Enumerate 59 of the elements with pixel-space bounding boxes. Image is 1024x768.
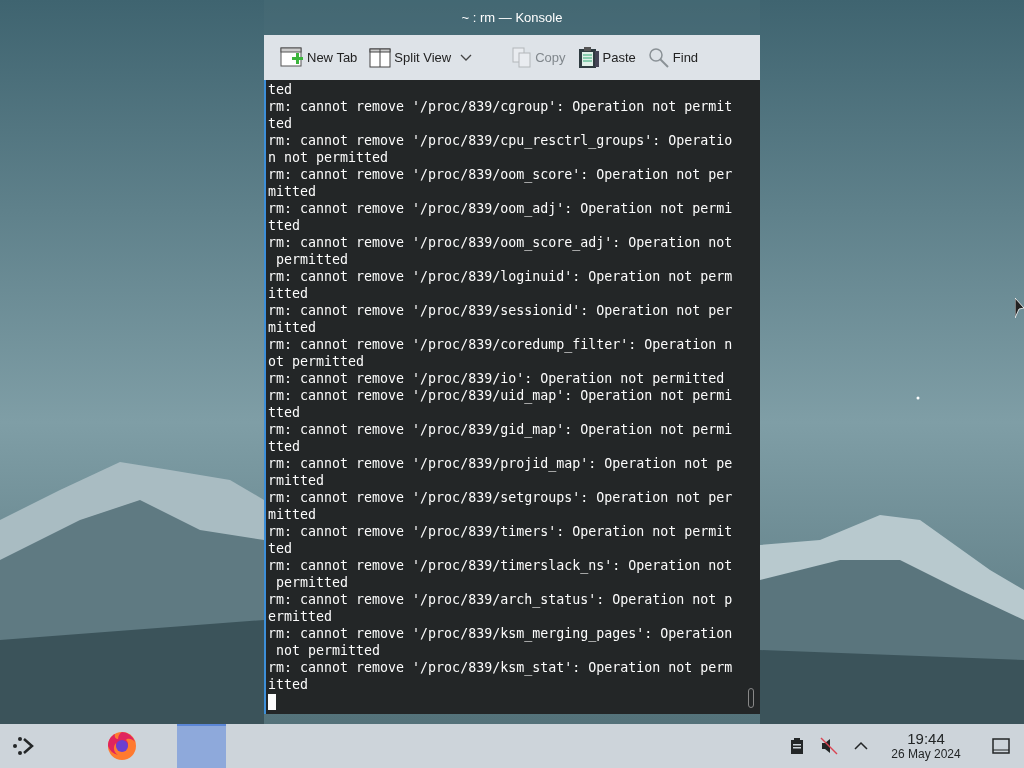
terminal-line: ted — [268, 115, 293, 132]
terminal-line: rm: cannot remove '/proc/839/ksm_stat': Operation not perm — [268, 659, 733, 676]
terminal-line: not permitted — [275, 642, 381, 659]
terminal-line: rm: cannot remove '/proc/839/oom_score_adj': Operation not — [268, 234, 733, 251]
terminal-line: rm: cannot remove '/proc/839/uid_map': Operation not permi — [268, 387, 733, 404]
clock-date: 26 May 2024 — [891, 747, 961, 761]
terminal-line: permitted — [275, 251, 349, 268]
toolbar-button[interactable]: Split View — [367, 47, 475, 68]
clipboard-icon — [577, 46, 600, 69]
terminal-line: mitted — [268, 319, 317, 336]
terminal-line: rm: cannot remove '/proc/839/oom_score': Operation not per — [268, 166, 733, 183]
terminal-line: rm: cannot remove '/proc/839/cpu_resctrl_groups': Operatio — [268, 132, 733, 149]
terminal-line: rm: cannot remove '/proc/839/coredump_filter': Operation n — [268, 336, 733, 353]
terminal-line: permitted — [275, 574, 349, 591]
show-desktop-icon[interactable] — [992, 738, 1010, 754]
terminal-line: tted — [268, 438, 301, 455]
terminal-line: rm: cannot remove '/proc/839/projid_map': Operation not pe — [268, 455, 733, 472]
toolbar-button[interactable]: Find — [645, 46, 701, 69]
toolbar-button[interactable]: New Tab — [278, 46, 360, 69]
terminal-line: ted — [268, 81, 293, 98]
terminal-line: ted — [268, 540, 293, 557]
terminal-line: rm: cannot remove '/proc/839/ksm_merging_pages': Operation — [268, 625, 733, 642]
terminal-line: rm: cannot remove '/proc/839/io': Operation not permitted — [268, 370, 725, 387]
chevron-down-icon — [460, 53, 473, 62]
clipboard-icon[interactable] — [790, 737, 804, 755]
terminal-line: rm: cannot remove '/proc/839/loginuid': Operation not perm — [268, 268, 733, 285]
muted-speaker-icon[interactable] — [820, 737, 838, 755]
clock-time: 19:44 — [907, 731, 945, 747]
terminal-line: rm: cannot remove '/proc/839/cgroup': Operation not permit — [268, 98, 733, 115]
search-icon — [647, 46, 670, 69]
terminal-line: ermitted — [268, 608, 333, 625]
text-cursor — [268, 694, 276, 710]
terminal-line: rm: cannot remove '/proc/839/setgroups': Operation not per — [268, 489, 733, 506]
toolbar-button[interactable]: Paste — [575, 46, 638, 69]
new-tab-icon — [280, 46, 304, 69]
terminal-line: itted — [268, 676, 309, 693]
terminal-line: rm: cannot remove '/proc/839/timerslack_ns': Operation not — [268, 557, 733, 574]
terminal-line: n not permitted — [268, 149, 389, 166]
terminal-line: itted — [268, 285, 309, 302]
terminal-line: rm: cannot remove '/proc/839/arch_status': Operation not p — [268, 591, 733, 608]
split-view-icon — [369, 47, 392, 68]
terminal-line: mitted — [268, 506, 317, 523]
firefox-icon — [106, 731, 137, 761]
copy-icon — [512, 46, 533, 69]
clock[interactable]: 19:44 26 May 2024 — [884, 731, 968, 761]
terminal-line: rm: cannot remove '/proc/839/sessionid': Operation not per — [268, 302, 733, 319]
window-title: ~ : rm — Konsole — [461, 8, 563, 27]
launcher-icon — [11, 735, 35, 757]
terminal-line: tted — [268, 404, 301, 421]
terminal-line: tted — [268, 217, 301, 234]
terminal-line: rm: cannot remove '/proc/839/oom_adj': Operation not permi — [268, 200, 733, 217]
terminal-line: rm: cannot remove '/proc/839/gid_map': Operation not permi — [268, 421, 733, 438]
terminal-line: mitted — [268, 183, 317, 200]
scrollbar-handle[interactable] — [748, 688, 754, 708]
terminal-line: rmitted — [268, 472, 325, 489]
chevron-up-icon[interactable] — [854, 741, 868, 751]
pointer-icon — [1015, 298, 1024, 320]
terminal-line: ot permitted — [268, 353, 365, 370]
terminal-line: rm: cannot remove '/proc/839/timers': Operation not permit — [268, 523, 733, 540]
